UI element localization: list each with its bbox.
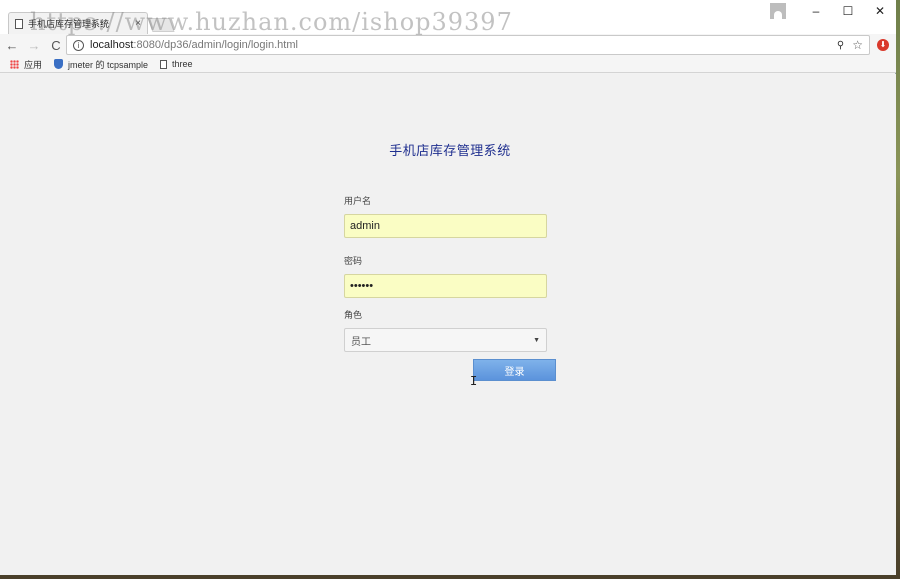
bookmark-apps[interactable]: 应用 — [10, 58, 42, 71]
address-bar[interactable]: i localhost:8080/dp36/admin/login/login.… — [66, 35, 870, 55]
password-input[interactable] — [344, 274, 547, 298]
username-input[interactable] — [344, 214, 547, 238]
document-icon — [160, 59, 168, 69]
login-button[interactable]: 登录 — [473, 359, 556, 381]
tab-title: 手机店库存管理系统 — [28, 19, 110, 29]
browser-toolbar: ← → C i localhost:8080/dp36/admin/login/… — [0, 34, 896, 56]
reload-button[interactable]: C — [46, 38, 66, 53]
bookmark-star-icon[interactable]: ☆ — [852, 38, 863, 52]
bookmarks-bar: 应用 jmeter 的 tcpsample three — [0, 56, 896, 73]
profile-icon[interactable] — [770, 3, 786, 19]
extension-icon[interactable]: ⬇ — [877, 39, 889, 51]
info-icon[interactable]: i — [73, 39, 84, 51]
tab-close-icon[interactable]: × — [135, 18, 141, 29]
password-label: 密码 — [344, 256, 363, 266]
username-label: 用户名 — [344, 196, 372, 206]
text-cursor-icon: I — [470, 374, 478, 388]
new-tab-button[interactable] — [147, 18, 175, 32]
role-label: 角色 — [344, 310, 363, 320]
page-content: 手机店库存管理系统 用户名 密码 角色 员工 ▼ 登录 I — [0, 74, 896, 575]
chevron-down-icon: ▼ — [533, 336, 540, 344]
role-selected-value: 员工 — [351, 336, 371, 348]
bookmark-label: jmeter 的 tcpsample — [68, 59, 149, 70]
maximize-button[interactable]: ☐ — [832, 4, 864, 18]
bookmark-jmeter[interactable]: jmeter 的 tcpsample — [54, 58, 148, 71]
browser-tab[interactable]: 手机店库存管理系统 × — [8, 12, 148, 34]
page-icon — [15, 18, 23, 29]
url-host: localhost — [90, 39, 134, 51]
close-button[interactable]: ✕ — [864, 4, 896, 18]
role-select[interactable]: 员工 ▼ — [344, 328, 547, 352]
back-button[interactable]: ← — [2, 38, 22, 53]
minimize-button[interactable]: – — [800, 4, 832, 18]
page-title: 手机店库存管理系统 — [389, 143, 511, 158]
bookmark-three[interactable]: three — [160, 59, 193, 69]
browser-window: 手机店库存管理系统 × – ☐ ✕ ← → C i localhost:8080… — [0, 0, 896, 575]
title-bar: 手机店库存管理系统 × – ☐ ✕ — [0, 0, 896, 34]
bookmark-label: 应用 — [24, 59, 43, 70]
bookmark-label: three — [172, 59, 193, 69]
pin-icon[interactable]: ⚲ — [837, 40, 844, 51]
url-path: :8080/dp36/admin/login/login.html — [133, 39, 298, 51]
url-text: localhost:8080/dp36/admin/login/login.ht… — [90, 39, 837, 51]
window-controls: – ☐ ✕ — [770, 0, 896, 22]
apps-icon — [10, 59, 19, 69]
shield-icon — [54, 59, 64, 69]
forward-button[interactable]: → — [24, 38, 44, 53]
